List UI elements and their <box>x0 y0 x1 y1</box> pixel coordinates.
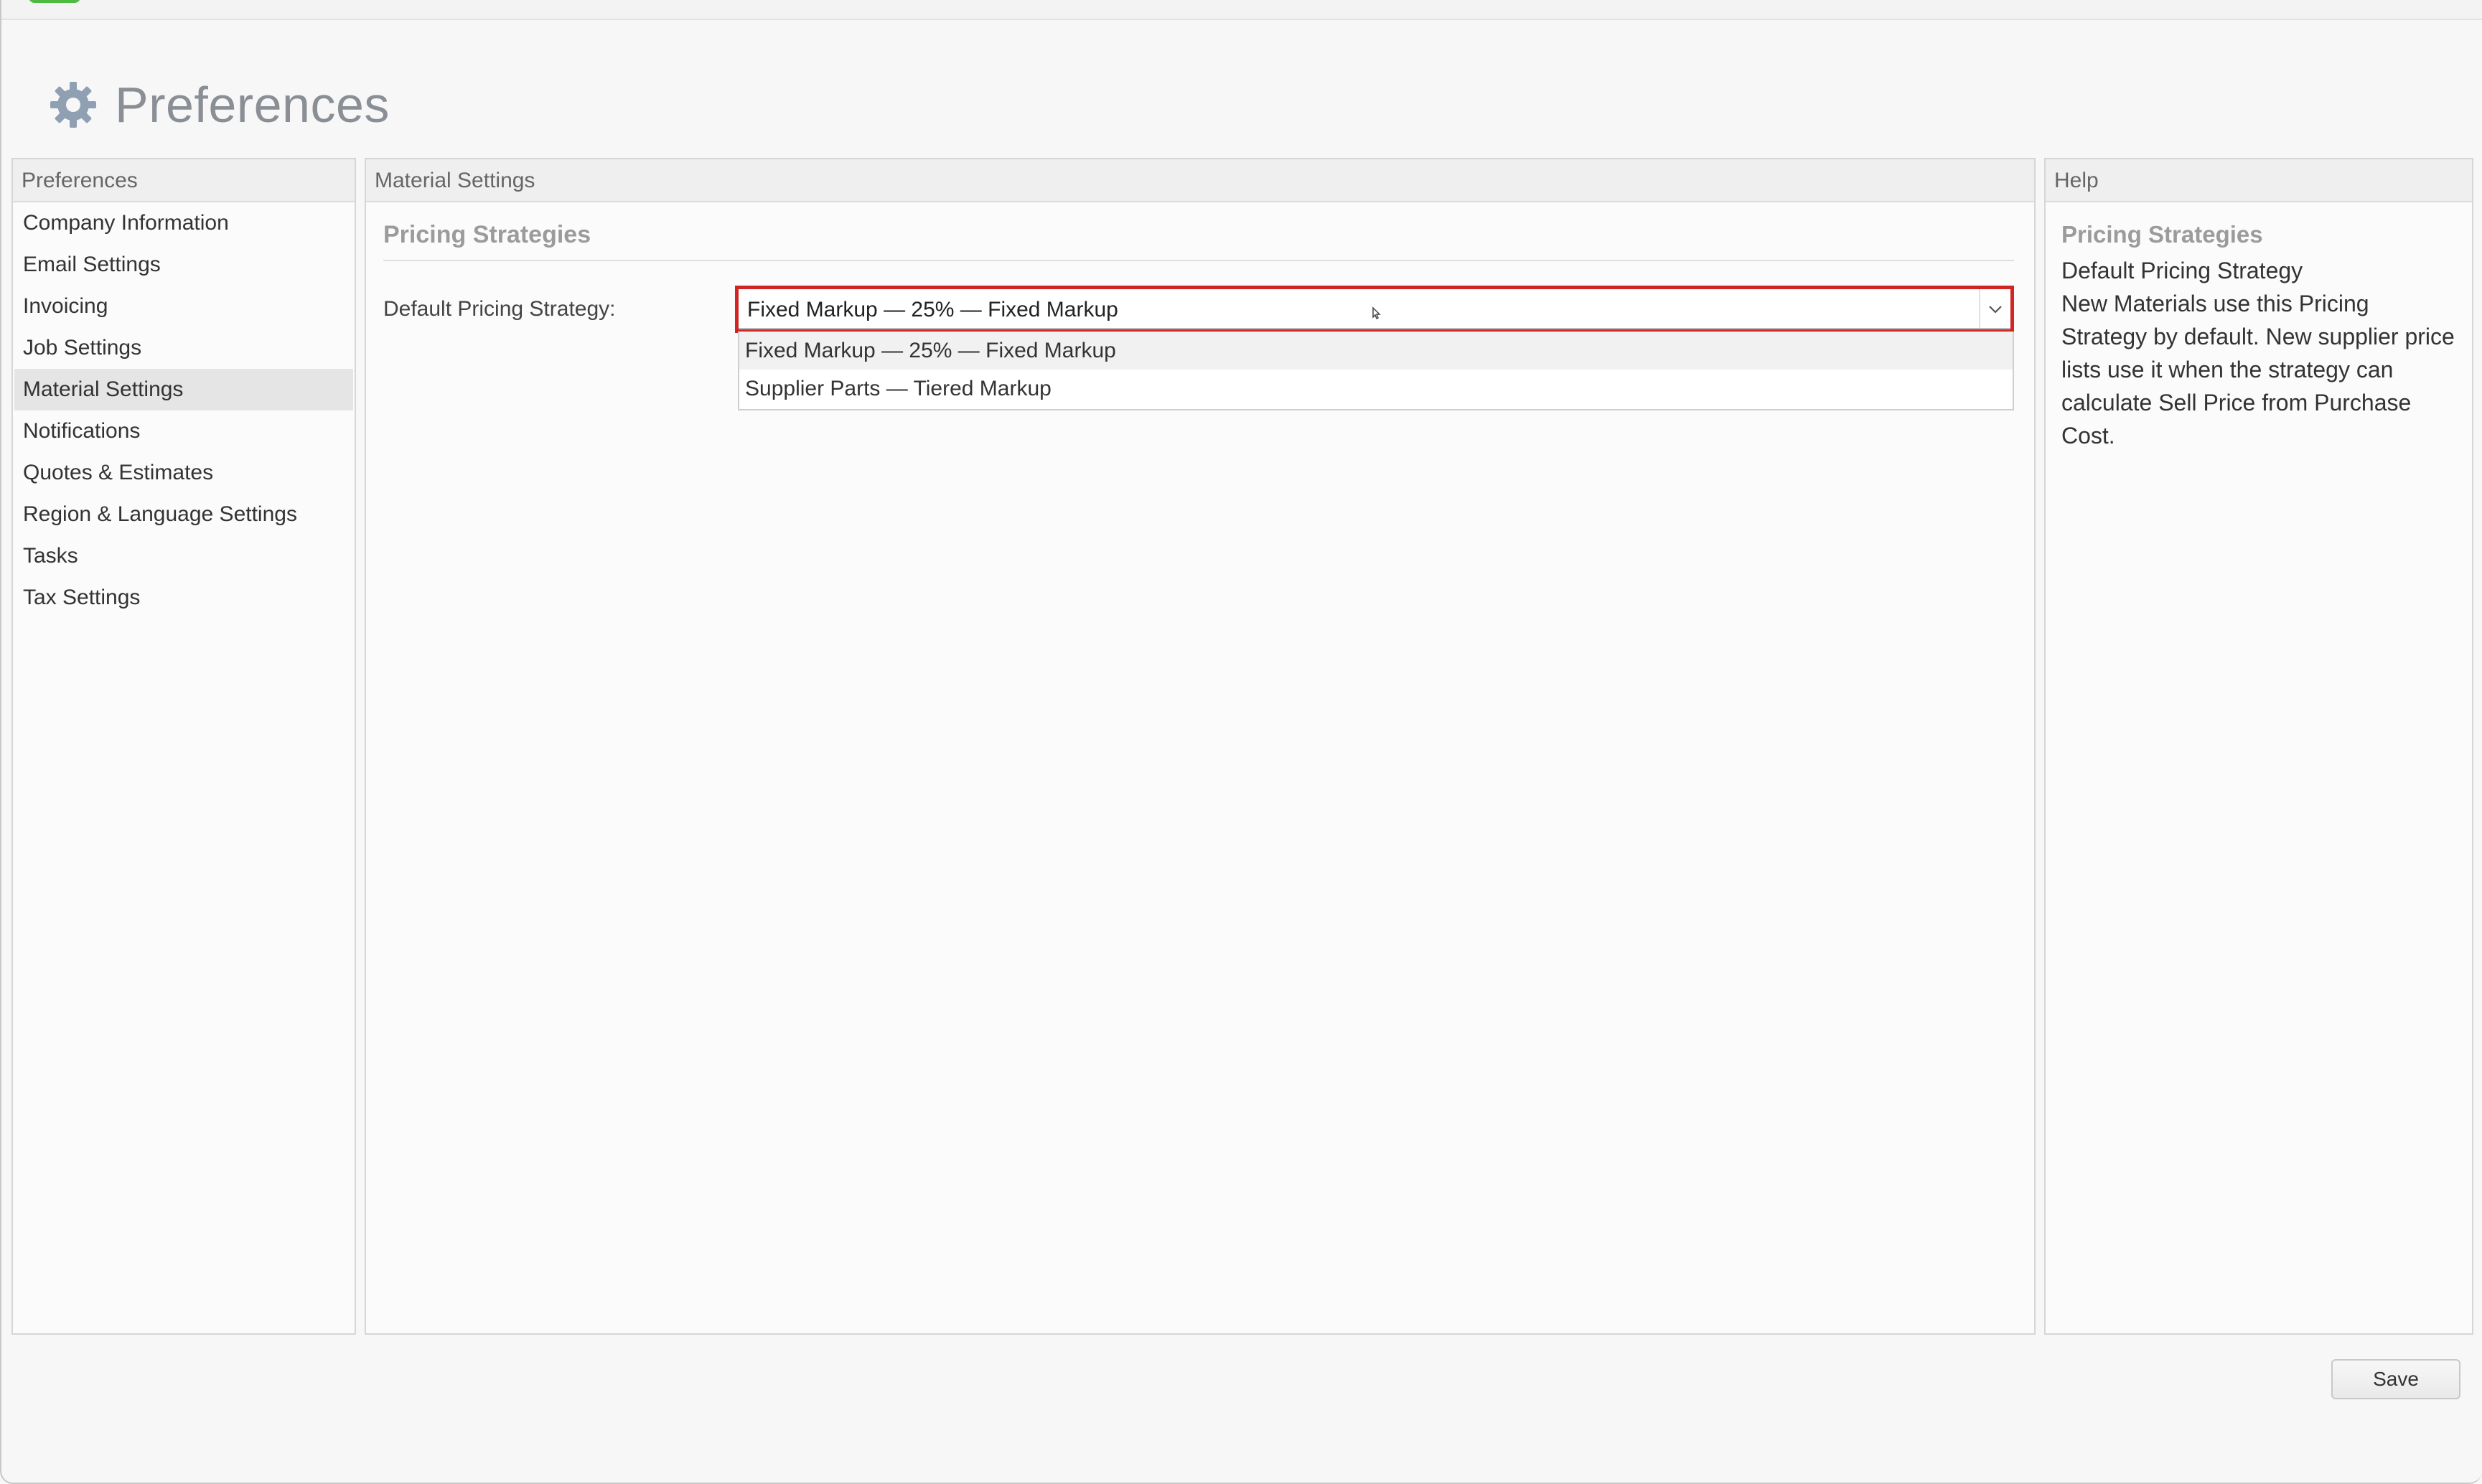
help-body: Pricing Strategies Default Pricing Strat… <box>2046 202 2472 471</box>
select-underline <box>739 328 2010 329</box>
preferences-sidebar: Preferences Company Information Email Se… <box>11 158 356 1335</box>
default-pricing-strategy-label: Default Pricing Strategy: <box>383 297 616 321</box>
dropdown-option[interactable]: Fixed Markup — 25% — Fixed Markup <box>739 332 2013 370</box>
page-title: Preferences <box>115 77 390 133</box>
sidebar-item-tax-settings[interactable]: Tax Settings <box>14 577 353 619</box>
sidebar-item-tasks[interactable]: Tasks <box>14 535 353 577</box>
select-current-value: Fixed Markup — 25% — Fixed Markup <box>747 298 1118 321</box>
save-button[interactable]: Save <box>2331 1359 2460 1399</box>
sidebar-nav: Company Information Email Settings Invoi… <box>13 202 355 619</box>
chevron-down-icon <box>1989 306 2002 314</box>
app-window: Preferences Preferences Company Informat… <box>0 0 2482 1484</box>
help-subtitle: Default Pricing Strategy <box>2061 258 2303 283</box>
select-toggle[interactable] <box>1979 289 2010 329</box>
section-divider <box>383 260 2014 261</box>
sidebar-item-material-settings[interactable]: Material Settings <box>14 369 353 410</box>
material-settings-panel: Material Settings Pricing Strategies Def… <box>365 158 2036 1335</box>
sidebar-item-email-settings[interactable]: Email Settings <box>14 244 353 286</box>
sidebar-item-invoicing[interactable]: Invoicing <box>14 286 353 327</box>
main-header: Material Settings <box>366 159 2034 202</box>
default-pricing-strategy-select[interactable]: Fixed Markup — 25% — Fixed Markup <box>735 286 2014 333</box>
sidebar-header: Preferences <box>13 159 355 202</box>
top-bar <box>1 0 2482 20</box>
section-title: Pricing Strategies <box>383 221 591 248</box>
pricing-strategy-dropdown: Fixed Markup — 25% — Fixed Markup Suppli… <box>738 332 2014 410</box>
page-header: Preferences <box>47 76 390 133</box>
dropdown-option[interactable]: Supplier Parts — Tiered Markup <box>739 370 2013 408</box>
sidebar-item-company-information[interactable]: Company Information <box>14 202 353 244</box>
sidebar-item-job-settings[interactable]: Job Settings <box>14 327 353 369</box>
top-left-green-tab[interactable] <box>29 0 80 3</box>
sidebar-item-notifications[interactable]: Notifications <box>14 410 353 452</box>
help-text: New Materials use this Pricing Strategy … <box>2061 291 2455 449</box>
help-title: Pricing Strategies <box>2061 221 2263 248</box>
mouse-cursor-icon <box>1372 306 1381 320</box>
sidebar-item-quotes-estimates[interactable]: Quotes & Estimates <box>14 452 353 494</box>
help-header: Help <box>2046 159 2472 202</box>
help-panel: Help Pricing Strategies Default Pricing … <box>2044 158 2473 1335</box>
sidebar-item-region-language[interactable]: Region & Language Settings <box>14 494 353 535</box>
gear-icon <box>50 82 96 128</box>
